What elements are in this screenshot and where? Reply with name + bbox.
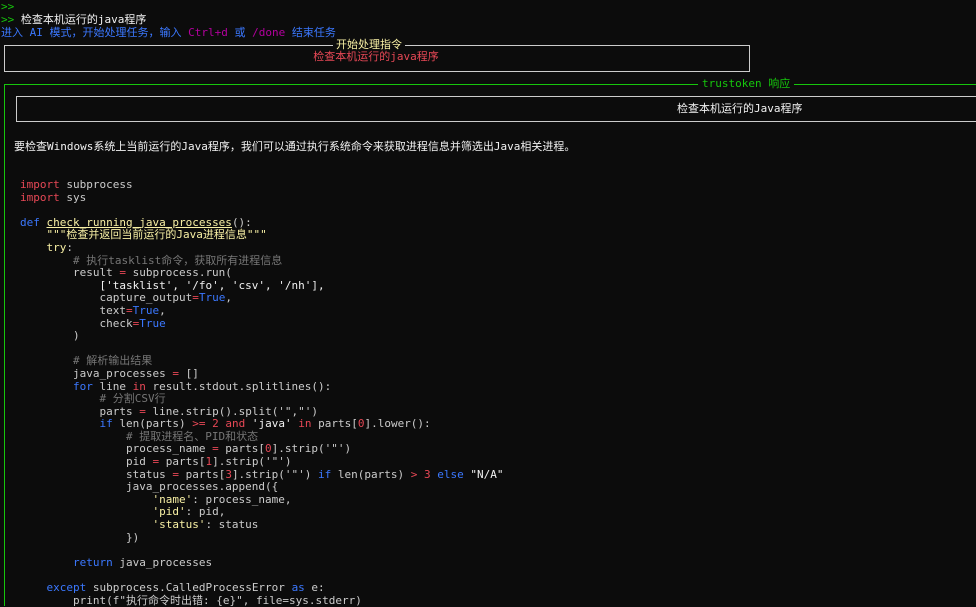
code-keyword: for [72, 379, 93, 393]
code-keyword: as [291, 581, 305, 594]
prompt-empty: >> [1, 0, 15, 13]
code-docstring: """检查并返回当前运行的Java进程信息""" [46, 228, 267, 242]
code-text: }) [125, 530, 140, 544]
code-text: java_processes.append({ [125, 480, 279, 494]
code-keyword: in [132, 379, 146, 393]
code-keyword: except [46, 581, 87, 594]
code-text: parts[ [159, 455, 206, 469]
code-text: text [99, 303, 126, 317]
response-intro: 要检查Windows系统上当前运行的Java程序，我们可以通过执行系统命令来获取… [14, 140, 576, 153]
code-number: 0 [265, 442, 272, 456]
code-string: "N/A" [463, 467, 504, 481]
mode-notice: 进入 AI 模式，开始处理任务，输入 Ctrl+d 或 /done 结束任务 [1, 26, 336, 39]
code-text: len(parts) [112, 417, 193, 431]
code-text: subprocess [59, 178, 133, 191]
code-text: java_processes [72, 366, 173, 380]
code-bool: True [132, 303, 160, 317]
code-comment: # 解析输出结果 [72, 354, 153, 368]
code-text: parts [99, 404, 140, 418]
response-panel-top-border [4, 84, 976, 85]
code-keyword: return [72, 555, 113, 569]
code-text: check [99, 316, 133, 330]
code-text: status [125, 467, 173, 481]
code-text: : status [205, 518, 259, 532]
code-bool: True [198, 291, 226, 305]
code-text: e: [304, 581, 325, 594]
code-text: (): [231, 215, 252, 229]
code-keyword: if [99, 417, 113, 431]
code-block: import subprocess import sys def check_r… [20, 178, 504, 607]
code-string: 'status' [152, 518, 206, 532]
code-text: len(parts) [331, 467, 411, 481]
code-bool: True [139, 316, 166, 330]
response-heading: 检查本机运行的Java程序 [677, 102, 803, 115]
code-text: capture_output [99, 291, 193, 305]
code-keyword: and [225, 417, 246, 431]
code-string: 'pid' [152, 505, 186, 519]
code-keyword: def [20, 215, 40, 229]
code-text: result [72, 266, 120, 280]
code-text: subprocess.CalledProcessError [86, 581, 292, 594]
code-keyword: import [20, 190, 60, 204]
code-number: 2 [212, 417, 219, 431]
response-panel-left-border [4, 84, 5, 606]
code-text: parts[ [218, 442, 266, 456]
code-text: parts[ [311, 417, 358, 431]
code-keyword: if [318, 467, 332, 481]
code-number: 3 [424, 467, 431, 481]
code-text: ].strip('"') [271, 442, 352, 456]
code-text: process_name [125, 442, 213, 456]
code-text: pid [125, 455, 153, 469]
user-command: 检查本机运行的java程序 [20, 13, 147, 26]
code-text: ].strip('"') [212, 455, 292, 469]
mode-notice-suffix: 结束任务 [285, 26, 336, 39]
code-text: print(f"执行命令时出错: {e}", file=sys.stderr) [72, 593, 362, 607]
user-command-line: >> 检查本机运行的java程序 [1, 13, 146, 26]
code-text: ) [72, 329, 80, 343]
response-heading-box [16, 96, 976, 122]
code-string: ['tasklist', '/fo', 'csv', '/nh'], [99, 278, 325, 292]
code-keyword: else [437, 467, 464, 481]
shortcut-ctrl-d: Ctrl+d [188, 26, 228, 39]
mode-notice-prefix: 进入 AI 模式，开始处理任务，输入 [1, 26, 189, 39]
command-done: /done [252, 26, 286, 39]
code-string: 'name' [152, 492, 193, 506]
code-text: parts[ [178, 467, 226, 481]
code-keyword: import [20, 178, 60, 191]
code-number: 3 [225, 467, 232, 481]
code-keyword: try [46, 240, 67, 254]
prompt-symbol: >> [1, 13, 15, 26]
mode-notice-or: 或 [227, 26, 253, 39]
code-text: java_processes [112, 555, 213, 569]
code-text: : pid, [185, 505, 226, 519]
code-function-name: check_running_java_processes [46, 215, 232, 229]
code-comment: # 提取进程名、PID和状态 [125, 429, 259, 443]
code-text: result.stdout.splitlines(): [145, 379, 332, 393]
code-text: subprocess.run( [125, 266, 232, 280]
code-text: : process_name, [192, 492, 292, 506]
code-text: ].lower(): [364, 417, 431, 431]
code-text: line.strip().split('","') [145, 404, 319, 418]
code-text: line [92, 379, 133, 393]
code-comment: # 分割CSV行 [99, 392, 166, 406]
response-panel-title: trustoken 响应 [698, 77, 795, 90]
code-string: 'java' [251, 417, 292, 431]
code-comment: # 执行tasklist命令，获取所有进程信息 [72, 253, 283, 267]
code-text: [] [178, 366, 199, 380]
instruction-box-content: 检查本机运行的java程序 [313, 50, 439, 63]
code-text: ].strip('"') [231, 467, 319, 481]
code-keyword: in [298, 417, 312, 431]
code-text: sys [59, 190, 87, 204]
